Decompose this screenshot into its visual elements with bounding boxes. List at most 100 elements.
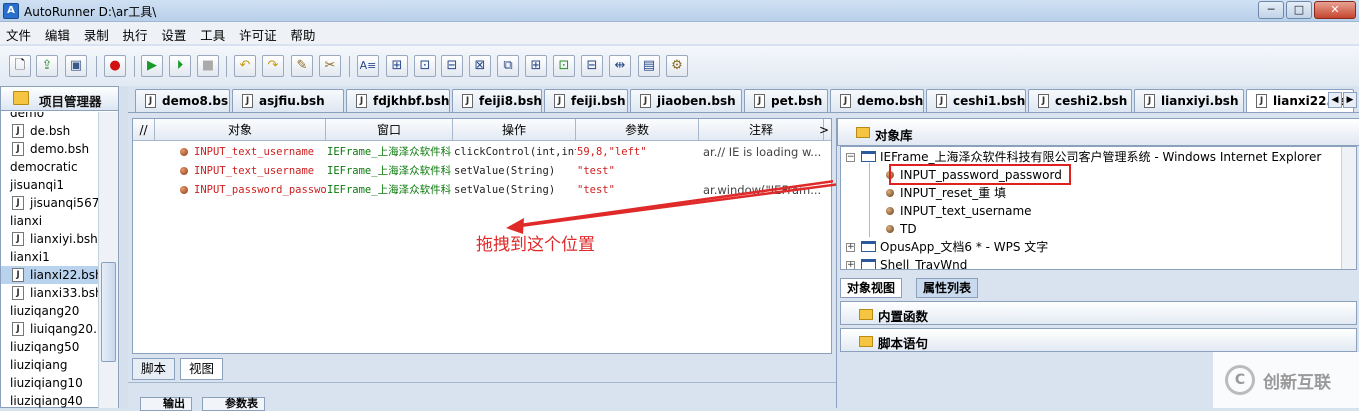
cell-object[interactable]: INPUT_text_username — [194, 161, 326, 181]
tab-scroll-left-icon[interactable]: ◀ — [1328, 92, 1342, 108]
tools-icon[interactable]: ✂ — [319, 55, 341, 77]
save-icon[interactable]: ▣ — [65, 55, 87, 77]
tab-object-view[interactable]: 对象视图 — [840, 278, 903, 298]
project-file-item[interactable]: Jlianxi22.bsh — [1, 266, 98, 284]
action-1-icon[interactable]: ⊡ — [414, 55, 436, 77]
col-comment[interactable]: // — [133, 119, 155, 141]
expand-icon[interactable]: + — [846, 243, 855, 252]
tab-output[interactable]: 输出 — [140, 397, 192, 411]
minimize-button[interactable]: ─ — [1258, 1, 1284, 19]
script-tab[interactable]: Jlianxiyi.bsh — [1134, 89, 1244, 112]
menu-run[interactable]: 执行 — [117, 22, 152, 44]
cell-action[interactable]: clickControl(int,int — [454, 142, 576, 162]
action-6-icon[interactable]: ⊡ — [553, 55, 575, 77]
cell-note[interactable]: ar.// IE is loading w... — [703, 142, 821, 162]
cell-note[interactable] — [703, 161, 821, 181]
action-4-icon[interactable]: ⧉ — [497, 55, 519, 77]
tree-root-tray[interactable]: Shell_TrayWnd — [880, 256, 967, 269]
cell-action[interactable]: setValue(String) — [454, 161, 576, 181]
col-object[interactable]: 对象 — [155, 119, 326, 141]
project-file-item[interactable]: Jliuiqang20.b — [1, 320, 98, 338]
action-2-icon[interactable]: ⊟ — [441, 55, 463, 77]
close-button[interactable]: ✕ — [1314, 1, 1356, 19]
project-folder-item[interactable]: liuziqiang40 — [1, 392, 98, 408]
comment-icon[interactable]: ▤ — [638, 55, 660, 77]
record-icon[interactable]: ● — [104, 55, 126, 77]
script-tab[interactable]: Jpet.bsh — [744, 89, 828, 112]
tab-script[interactable]: 脚本 — [132, 358, 176, 380]
project-folder-item[interactable]: liuziqang20 — [1, 302, 98, 320]
grid-row[interactable]: INPUT_text_username IEFrame_上海泽众软件科 clickC… — [133, 142, 831, 162]
new-file-icon[interactable]: 🗋 — [9, 55, 31, 77]
wrench-icon[interactable]: ✎ — [291, 55, 313, 77]
project-folder-item[interactable]: lianxi1 — [1, 248, 98, 266]
cell-note[interactable]: ar.window("IEFram... — [703, 180, 821, 200]
cell-window[interactable]: IEFrame_上海泽众软件科 — [327, 180, 454, 200]
cell-window[interactable]: IEFrame_上海泽众软件科 — [327, 142, 454, 162]
split-icon[interactable]: ⇹ — [609, 55, 631, 77]
redo-icon[interactable]: ↷ — [262, 55, 284, 77]
col-action[interactable]: 操作 — [453, 119, 576, 141]
text-insert-icon[interactable]: A≡ — [357, 55, 379, 77]
tab-property-list[interactable]: 属性列表 — [916, 278, 979, 298]
menu-edit[interactable]: 编辑 — [39, 22, 74, 44]
script-tab[interactable]: Jceshi2.bsh — [1028, 89, 1132, 112]
project-file-item[interactable]: Jlianxiyi.bsh — [1, 230, 98, 248]
collapse-icon[interactable]: − — [846, 153, 855, 162]
expand-icon[interactable]: + — [846, 261, 855, 269]
step-run-icon[interactable]: ⏵ — [169, 55, 191, 77]
tab-view[interactable]: 视图 — [180, 358, 224, 380]
script-tab[interactable]: Jfdjkhbf.bsh — [346, 89, 450, 112]
cell-param[interactable]: "test" — [577, 161, 675, 181]
col-note[interactable]: 注释 — [699, 119, 824, 141]
menu-tools[interactable]: 工具 — [194, 22, 229, 44]
project-folder-item[interactable]: democratic — [1, 158, 98, 176]
tree-root-opusapp[interactable]: OpusApp_文档6 * - WPS 文字 — [880, 238, 1048, 256]
col-more[interactable]: > — [817, 119, 831, 141]
menu-record[interactable]: 录制 — [78, 22, 113, 44]
tree-scrollbar[interactable] — [1341, 147, 1356, 269]
project-file-item[interactable]: Jdemo.bsh — [1, 140, 98, 158]
tree-node-reset[interactable]: INPUT_reset_重 填 — [900, 184, 1006, 202]
col-window[interactable]: 窗口 — [326, 119, 453, 141]
tab-param-table[interactable]: 参数表 — [202, 397, 265, 411]
action-5-icon[interactable]: ⊞ — [525, 55, 547, 77]
project-file-item[interactable]: Jde.bsh — [1, 122, 98, 140]
grid-row[interactable]: INPUT_text_username IEFrame_上海泽众软件科 setVal… — [133, 161, 831, 181]
project-folder-item[interactable]: demo — [1, 112, 98, 122]
project-file-item[interactable]: Jlianxi33.bsh — [1, 284, 98, 302]
script-tab[interactable]: Jjiaoben.bsh — [630, 89, 742, 112]
action-7-icon[interactable]: ⊟ — [581, 55, 603, 77]
cell-param[interactable]: "test" — [577, 180, 675, 200]
script-tab[interactable]: Jceshi1.bsh — [926, 89, 1026, 112]
panel-splitter[interactable] — [120, 86, 128, 408]
settings-icon[interactable]: ⚙ — [666, 55, 688, 77]
project-folder-item[interactable]: lianxi — [1, 212, 98, 230]
open-file-icon[interactable]: ⇪ — [36, 55, 58, 77]
cell-action[interactable]: setValue(String) — [454, 180, 576, 200]
undo-icon[interactable]: ↶ — [234, 55, 256, 77]
script-tab[interactable]: Jdemo8.bsh — [135, 89, 230, 112]
script-tab[interactable]: Jfeiji8.bsh — [452, 89, 542, 112]
action-3-icon[interactable]: ⊠ — [469, 55, 491, 77]
project-folder-item[interactable]: liuziqang50 — [1, 338, 98, 356]
project-folder-item[interactable]: liuziqiang10 — [1, 374, 98, 392]
tree-node-td[interactable]: TD — [900, 220, 917, 238]
maximize-button[interactable]: □ — [1286, 1, 1312, 19]
project-folder-item[interactable]: jisuanqi1 — [1, 176, 98, 194]
cell-object[interactable]: INPUT_password_passwor — [194, 180, 326, 200]
tab-scroll-right-icon[interactable]: ▶ — [1343, 92, 1357, 108]
section-script-statements[interactable]: 脚本语句 — [840, 328, 1357, 352]
project-file-item[interactable]: Jjisuanqi567. — [1, 194, 98, 212]
menu-license[interactable]: 许可证 — [233, 22, 281, 44]
project-folder-item[interactable]: liuziqiang — [1, 356, 98, 374]
cell-param[interactable]: 59,8,"left" — [577, 142, 675, 162]
stop-icon[interactable]: ■ — [197, 55, 219, 77]
section-builtin-functions[interactable]: 内置函数 — [840, 301, 1357, 325]
col-param[interactable]: 参数 — [576, 119, 699, 141]
menu-help[interactable]: 帮助 — [284, 22, 319, 44]
project-scrollbar[interactable] — [98, 112, 118, 408]
script-tab[interactable]: Jfeiji.bsh — [544, 89, 628, 112]
scrollbar-thumb[interactable] — [101, 262, 116, 362]
cell-object[interactable]: INPUT_text_username — [194, 142, 326, 162]
